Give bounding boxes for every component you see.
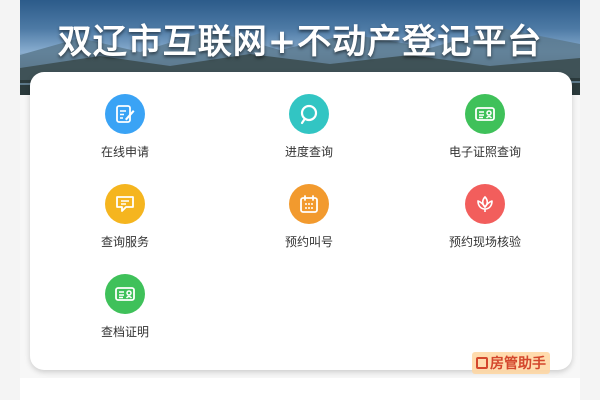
watermark-logo-icon xyxy=(476,357,488,369)
chat-bubble-icon xyxy=(105,184,145,224)
search-icon xyxy=(289,94,329,134)
edit-form-icon xyxy=(105,94,145,134)
services-grid: 在线申请 进度查询 电子证照查询 查询服务 预约叫号 预约现场核验 查档证明 xyxy=(30,94,572,364)
service-label: 电子证照查询 xyxy=(448,145,521,159)
service-onsite-verification[interactable]: 预约现场核验 xyxy=(398,184,572,274)
service-appointment-queue[interactable]: 预约叫号 xyxy=(220,184,398,274)
service-label: 在线申请 xyxy=(100,145,149,159)
app-page: 双辽市互联网+不动产登记平台 在线申请 进度查询 电子证照查询 查询服务 预约叫… xyxy=(20,0,580,400)
service-label: 进度查询 xyxy=(284,145,333,159)
service-archive-certificate[interactable]: 查档证明 xyxy=(30,274,220,364)
service-label: 查询服务 xyxy=(100,235,149,249)
service-label: 查档证明 xyxy=(100,325,149,339)
service-label: 预约现场核验 xyxy=(448,235,521,249)
service-label: 预约叫号 xyxy=(284,235,333,249)
lotus-icon xyxy=(465,184,505,224)
bottom-area xyxy=(20,378,580,400)
watermark-text: 房管助手 xyxy=(490,356,546,372)
services-card: 在线申请 进度查询 电子证照查询 查询服务 预约叫号 预约现场核验 查档证明 xyxy=(30,72,572,370)
service-e-certificate-query[interactable]: 电子证照查询 xyxy=(398,94,572,184)
service-online-application[interactable]: 在线申请 xyxy=(30,94,220,184)
id-card-icon xyxy=(105,274,145,314)
service-progress-query[interactable]: 进度查询 xyxy=(220,94,398,184)
calendar-icon xyxy=(289,184,329,224)
id-card-icon xyxy=(465,94,505,134)
page-title: 双辽市互联网+不动产登记平台 xyxy=(57,22,543,62)
service-inquiry[interactable]: 查询服务 xyxy=(30,184,220,274)
watermark-badge: 房管助手 xyxy=(472,352,550,374)
